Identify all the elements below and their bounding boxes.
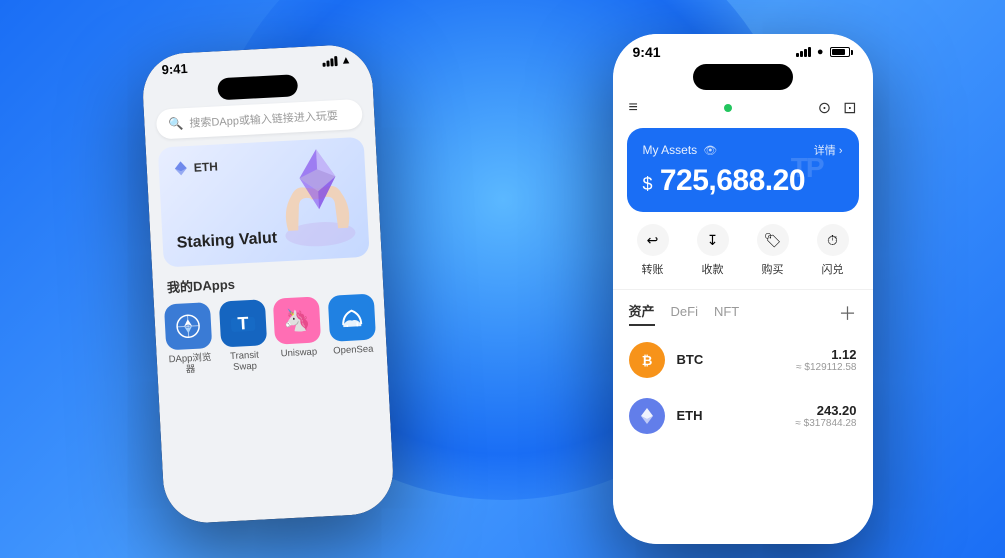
transfer-icon: ↩ (637, 224, 669, 256)
search-placeholder: 搜索DApp或输入链接进入玩耍 (188, 107, 337, 131)
dapp-icon-opensea (327, 293, 375, 341)
amount-value: 725,688.20 (660, 164, 805, 197)
opensea-icon (337, 304, 364, 331)
left-phone: 9:41 ▲ 🔍 搜索DApp或输入链接进入玩耍 (140, 43, 394, 524)
eth-illustration (268, 137, 369, 252)
eth-icon (629, 398, 665, 434)
btc-amount: 1.12 (796, 347, 856, 362)
btc-name: BTC (677, 352, 704, 367)
eye-icon[interactable]: 👁 (703, 144, 717, 157)
hamburger-icon[interactable]: ≡ (629, 99, 638, 117)
tabs-row: 资产 DeFi NFT ＋ (613, 290, 873, 332)
dapp-item-browser[interactable]: DApp浏览器 (161, 302, 215, 377)
right-phone: 9:41 ● ≡ ⊙ (613, 34, 873, 544)
action-swap[interactable]: ⏱ 闪兑 (817, 224, 849, 277)
eth-info: ETH (677, 407, 784, 425)
action-receive[interactable]: ↧ 收款 (697, 224, 729, 277)
bitcoin-symbol: ₿ (635, 348, 659, 372)
right-dynamic-island (693, 64, 793, 90)
phones-container: 9:41 ▲ 🔍 搜索DApp或输入链接进入玩耍 (53, 19, 953, 539)
dapp-icon-browser (164, 302, 212, 350)
coin-row-btc[interactable]: ₿ BTC 1.12 ≈ $129112.58 (613, 332, 873, 388)
scan-camera-icon[interactable]: ⊙ (818, 98, 831, 118)
btc-info: BTC (677, 351, 785, 369)
assets-label: My Assets (643, 143, 698, 157)
qr-scan-icon[interactable]: ⊡ (843, 98, 856, 118)
signal-bars-icon (322, 56, 338, 67)
dapp-item-opensea[interactable]: OpenSea (325, 293, 379, 368)
tab-assets[interactable]: 资产 (629, 301, 655, 326)
dapp-item-uniswap[interactable]: 🦄 Uniswap (270, 296, 324, 371)
left-status-icons: ▲ (322, 54, 351, 67)
right-signal-icon (796, 47, 811, 57)
search-icon: 🔍 (168, 116, 184, 131)
dapp-label-transit: Transit Swap (218, 349, 270, 374)
dapp-label-opensea: OpenSea (332, 344, 373, 357)
action-transfer[interactable]: ↩ 转账 (637, 224, 669, 277)
coin-row-eth[interactable]: ETH 243.20 ≈ $317844.28 (613, 388, 873, 444)
dapps-row: DApp浏览器 T Transit Swap 🦄 (153, 293, 386, 378)
eth-diamond-icon (172, 160, 189, 177)
transit-swap-icon: T (228, 309, 257, 338)
dapp-item-transit[interactable]: T Transit Swap (216, 299, 270, 374)
banner-coin-name: ETH (193, 159, 218, 174)
eth-value: 243.20 ≈ $317844.28 (795, 403, 856, 429)
unicorn-icon: 🦄 (282, 307, 311, 334)
compass-icon (174, 313, 201, 340)
right-status-bar: 9:41 ● (613, 34, 873, 60)
btc-usd: ≈ $129112.58 (796, 362, 856, 373)
action-buy[interactable]: 🏷 购买 (757, 224, 789, 277)
tp-watermark: TP (791, 152, 823, 184)
eth-banner: ETH Staking Valut (157, 137, 369, 268)
ethereum-symbol (635, 404, 659, 428)
assets-amount-wrapper: $ 725,688.20 TP (643, 164, 843, 198)
svg-text:₿: ₿ (641, 353, 652, 368)
tab-defi[interactable]: DeFi (671, 304, 698, 323)
left-time: 9:41 (161, 61, 188, 77)
currency-symbol: $ (643, 174, 653, 194)
buy-icon: 🏷 (757, 224, 789, 256)
eth-name: ETH (677, 408, 703, 423)
top-bar-right: ⊙ ⊡ (818, 98, 857, 118)
receive-icon: ↧ (697, 224, 729, 256)
receive-label: 收款 (702, 261, 724, 277)
action-row: ↩ 转账 ↧ 收款 🏷 购买 ⏱ 闪兑 (613, 224, 873, 290)
wifi-icon: ▲ (340, 54, 352, 67)
eth-usd: ≈ $317844.28 (795, 418, 856, 429)
tab-add-button[interactable]: ＋ (839, 300, 857, 326)
banner-coin-logo: ETH (172, 158, 218, 176)
svg-text:T: T (236, 313, 248, 334)
right-wifi-icon: ● (817, 46, 824, 58)
btc-icon: ₿ (629, 342, 665, 378)
right-time: 9:41 (633, 44, 661, 60)
left-status-bar: 9:41 ▲ (140, 43, 371, 78)
battery-icon (830, 47, 853, 57)
btc-value: 1.12 ≈ $129112.58 (796, 347, 856, 373)
buy-label: 购买 (762, 261, 784, 277)
assets-card: My Assets 👁 详情 › $ 725,688.20 TP (627, 128, 859, 212)
swap-icon: ⏱ (817, 224, 849, 256)
dapp-label-uniswap: Uniswap (280, 347, 317, 360)
assets-card-wrapper: My Assets 👁 详情 › $ 725,688.20 TP (613, 128, 873, 212)
left-dynamic-island (217, 74, 298, 100)
dapp-icon-uniswap: 🦄 (273, 296, 321, 344)
dapp-icon-transit: T (218, 299, 266, 347)
tab-nft[interactable]: NFT (714, 304, 739, 323)
transfer-label: 转账 (642, 261, 664, 277)
dapp-label-browser: DApp浏览器 (164, 352, 216, 377)
right-screen: 9:41 ● ≡ ⊙ (613, 34, 873, 544)
top-bar: ≡ ⊙ ⊡ (613, 98, 873, 128)
assets-title-row: My Assets 👁 (643, 143, 718, 157)
search-bar[interactable]: 🔍 搜索DApp或输入链接进入玩耍 (155, 99, 362, 140)
swap-label: 闪兑 (822, 261, 844, 277)
dapps-section-label: 我的DApps (166, 267, 369, 297)
left-screen: 9:41 ▲ 🔍 搜索DApp或输入链接进入玩耍 (140, 43, 394, 524)
right-status-icons: ● (796, 46, 853, 58)
eth-amount: 243.20 (795, 403, 856, 418)
online-dot (724, 104, 732, 112)
